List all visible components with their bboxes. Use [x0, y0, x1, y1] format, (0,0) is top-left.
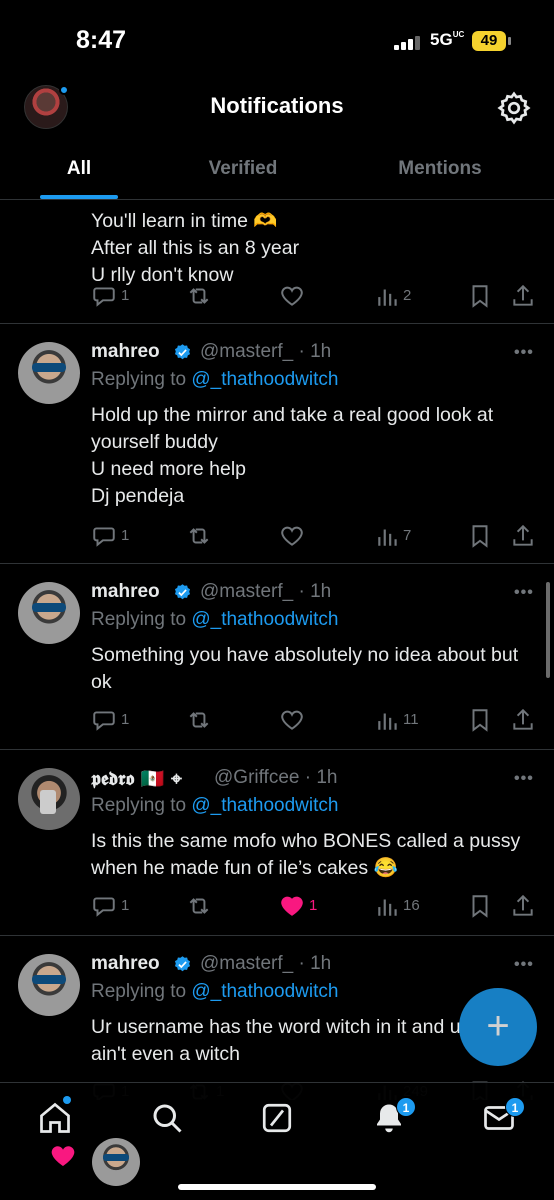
reply-icon	[93, 711, 115, 731]
verified-badge-icon	[174, 584, 191, 600]
display-name[interactable]: mahreo	[91, 953, 160, 975]
gear-icon[interactable]	[496, 90, 532, 126]
more-icon[interactable]: •••	[514, 770, 534, 788]
repost-icon	[189, 712, 209, 728]
battery-nub	[508, 37, 511, 45]
header: Notifications All Verified Mentions	[0, 80, 554, 200]
share-icon	[513, 284, 533, 306]
display-name[interactable]: mahreo	[91, 341, 160, 363]
bottom-nav: 1 1	[0, 1082, 554, 1200]
mention-link[interactable]: @_thathoodwitch	[191, 369, 338, 390]
network-label: 5GUC	[430, 30, 465, 49]
replying-to: Replying to @_thathoodwitch	[91, 795, 339, 816]
heart-icon	[281, 526, 303, 546]
verified-badge-icon	[174, 956, 191, 972]
share-icon	[513, 894, 533, 916]
heart-icon	[48, 1141, 78, 1171]
handle: @Griffcee · 1h	[214, 767, 338, 788]
handle: @masterf_ · 1h	[200, 341, 332, 362]
battery-icon: 49	[472, 31, 506, 51]
avatar[interactable]	[18, 582, 80, 644]
notifications-badge: 1	[396, 1097, 416, 1117]
post-text: You'll learn in time 🫶 After all this is…	[91, 210, 300, 286]
bookmark-icon	[472, 285, 488, 308]
tab-all[interactable]: All	[40, 158, 118, 180]
repost-icon	[189, 898, 209, 914]
replying-to: Replying to @_thathoodwitch	[91, 369, 339, 390]
scrollbar[interactable]	[546, 582, 550, 678]
heart-icon	[281, 710, 303, 730]
list-item[interactable]: mahreo @masterf_ · 1h ••• Replying to @_…	[0, 564, 554, 750]
signal-icon	[394, 34, 424, 50]
heart-filled-icon	[281, 896, 303, 916]
post-actions: 1 1 16	[0, 893, 554, 919]
bookmark-icon	[472, 525, 488, 548]
post-text: Is this the same mofo who BONES called a…	[91, 830, 521, 879]
views-icon	[378, 529, 397, 546]
more-icon[interactable]: •••	[514, 584, 534, 602]
active-tab-indicator	[40, 195, 118, 199]
messages-badge: 1	[505, 1097, 525, 1117]
list-item[interactable]: mahreo @masterf_ · 1h ••• Replying to @_…	[0, 324, 554, 564]
avatar[interactable]	[18, 768, 80, 830]
mention-link[interactable]: @_thathoodwitch	[191, 795, 338, 816]
mention-link[interactable]: @_thathoodwitch	[191, 609, 338, 630]
more-icon[interactable]: •••	[514, 956, 534, 974]
tab-bar: All Verified Mentions	[0, 152, 554, 200]
reply-icon	[93, 527, 115, 547]
display-name[interactable]: mahreo	[91, 581, 160, 603]
mention-link[interactable]: @_thathoodwitch	[191, 981, 338, 1002]
post-text: Hold up the mirror and take a real good …	[91, 404, 494, 507]
views-icon	[378, 899, 397, 916]
repost-icon	[189, 528, 209, 544]
post-actions: 1 2	[0, 283, 554, 309]
page-title: Notifications	[210, 93, 344, 118]
tab-mentions[interactable]: Mentions	[380, 158, 500, 180]
views-icon	[378, 713, 397, 730]
status-bar: 8:47 5GUC 49	[0, 0, 554, 80]
plus-icon: +	[486, 1004, 510, 1048]
reply-icon	[93, 287, 115, 307]
avatar[interactable]	[92, 1138, 140, 1186]
grok-icon[interactable]	[259, 1100, 295, 1136]
bookmark-icon	[472, 709, 488, 732]
replying-to: Replying to @_thathoodwitch	[91, 981, 339, 1002]
bookmark-icon	[472, 895, 488, 918]
post-actions: 1 11	[0, 707, 554, 733]
list-item[interactable]: 𝖕𝖊𝖉𝖗𝖔 🇲🇽 ⌖ @Griffcee · 1h ••• Replying t…	[0, 750, 554, 936]
repost-icon	[189, 288, 209, 304]
display-name[interactable]: 𝖕𝖊𝖉𝖗𝖔 🇲🇽 ⌖	[91, 767, 182, 790]
handle: @masterf_ · 1h	[200, 953, 332, 974]
status-time: 8:47	[76, 26, 127, 54]
share-icon	[513, 524, 533, 546]
share-icon	[513, 708, 533, 730]
compose-button[interactable]: +	[459, 988, 537, 1066]
home-icon[interactable]	[37, 1100, 73, 1136]
post-text: Something you have absolutely no idea ab…	[91, 644, 519, 693]
post-actions: 1 7	[0, 523, 554, 549]
home-unread-dot	[63, 1096, 71, 1104]
handle: @masterf_ · 1h	[200, 581, 332, 602]
replying-to: Replying to @_thathoodwitch	[91, 609, 339, 630]
home-indicator	[178, 1184, 376, 1190]
reply-icon	[93, 897, 115, 917]
more-icon[interactable]: •••	[514, 344, 534, 362]
avatar[interactable]	[18, 954, 80, 1016]
tab-verified[interactable]: Verified	[190, 158, 296, 180]
search-icon[interactable]	[149, 1100, 185, 1136]
views-icon	[378, 289, 397, 306]
verified-badge-icon	[174, 344, 191, 360]
avatar[interactable]	[18, 342, 80, 404]
heart-icon	[281, 286, 303, 306]
notifications-feed[interactable]: You'll learn in time 🫶 After all this is…	[0, 200, 554, 1100]
